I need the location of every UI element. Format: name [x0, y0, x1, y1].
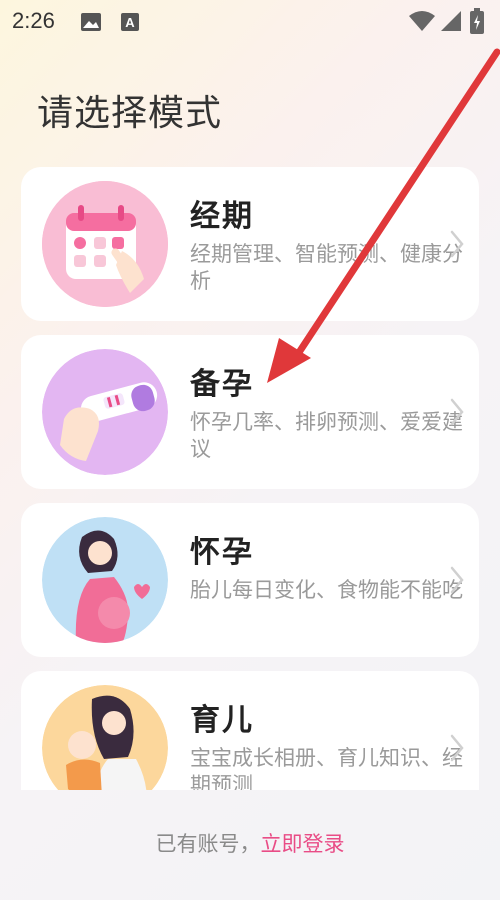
mode-title: 怀孕 [190, 535, 254, 570]
mode-title: 经期 [190, 199, 254, 234]
login-prompt: 已有账号，立即登录 [0, 828, 500, 858]
mode-description: 怀孕几率、排卵预测、爱爱建议 [190, 410, 463, 461]
pregnancy-test-icon [42, 349, 168, 475]
mother-baby-icon [42, 685, 168, 790]
calendar-hand-icon [42, 181, 168, 307]
mode-card-parenting[interactable]: 育儿 宝宝成长相册、育儿知识、经期预测 [21, 671, 479, 790]
mode-title: 备孕 [190, 367, 254, 402]
mode-card-trying-to-conceive[interactable]: 备孕 怀孕几率、排卵预测、爱爱建议 [21, 335, 479, 489]
chevron-right-icon [450, 734, 464, 762]
mode-card-period[interactable]: 经期 经期管理、智能预测、健康分析 [21, 167, 479, 321]
mode-title: 育儿 [190, 703, 254, 738]
login-prompt-text: 已有账号， [155, 832, 261, 856]
mode-card-pregnancy[interactable]: 怀孕 胎儿每日变化、食物能不能吃 [21, 503, 479, 657]
chevron-right-icon [450, 566, 464, 594]
login-link[interactable]: 立即登录 [261, 832, 345, 856]
mode-description: 宝宝成长相册、育儿知识、经期预测 [190, 746, 463, 790]
mode-list[interactable]: 经期 经期管理、智能预测、健康分析 备孕 怀孕几率、排卵预测、爱爱建议 怀孕 胎… [0, 0, 500, 790]
mode-description: 经期管理、智能预测、健康分析 [190, 242, 463, 293]
mode-description: 胎儿每日变化、食物能不能吃 [190, 578, 463, 602]
chevron-right-icon [450, 398, 464, 426]
chevron-right-icon [450, 230, 464, 258]
pregnant-woman-icon [42, 517, 168, 643]
